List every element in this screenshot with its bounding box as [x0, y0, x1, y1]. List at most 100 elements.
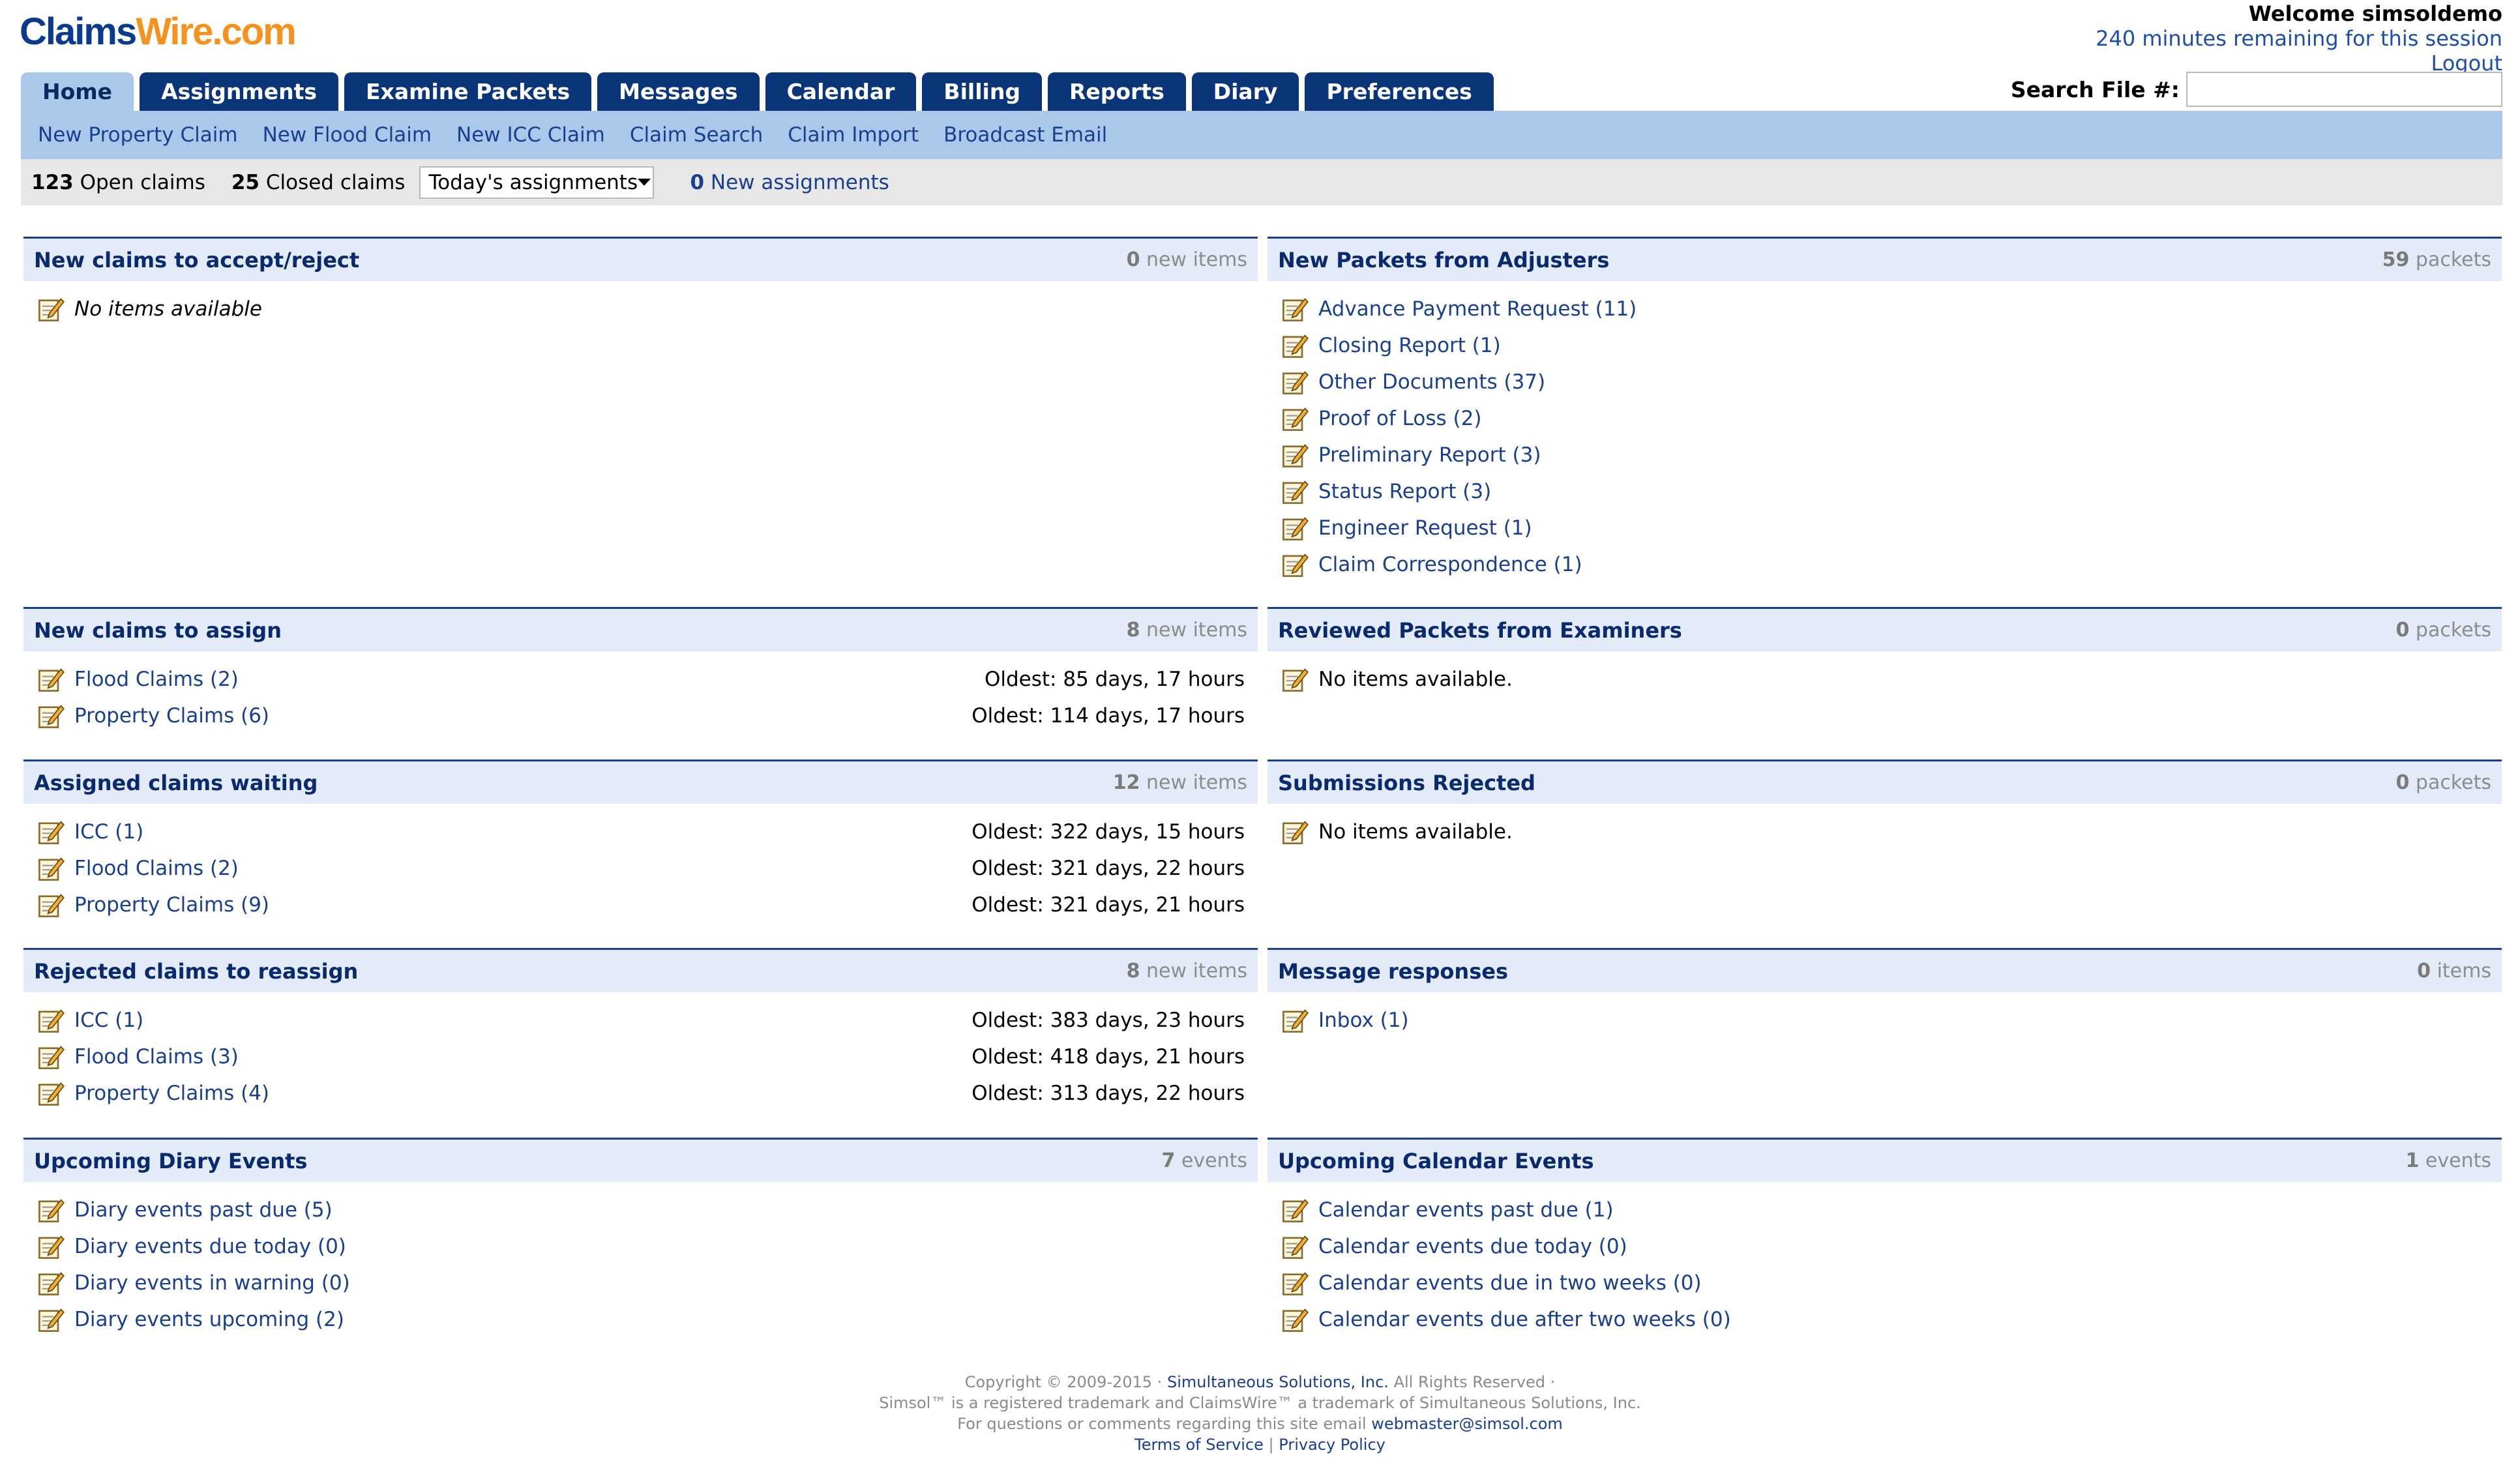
list-item[interactable]: Claim Correspondence (1) — [1267, 546, 2502, 583]
new-flood-claim-link[interactable]: New Flood Claim — [263, 123, 432, 147]
webmaster-email-link[interactable]: webmaster@simsol.com — [1371, 1415, 1563, 1433]
diary-due-today-link[interactable]: Diary events due today (0) — [74, 1235, 346, 1258]
welcome-text: Welcome simsoldemo — [2248, 1, 2502, 26]
footer-separator: | — [1268, 1436, 1274, 1454]
new-property-claim-link[interactable]: New Property Claim — [38, 123, 238, 147]
list-item[interactable]: Proof of Loss (2) — [1267, 400, 2502, 437]
footer-trademark: Simsol™ is a registered trademark and Cl… — [879, 1394, 1641, 1412]
new-assignments-link[interactable]: 0 New assignments — [690, 171, 889, 194]
tab-billing[interactable]: Billing — [922, 72, 1042, 111]
claim-search-link[interactable]: Claim Search — [630, 123, 763, 147]
list-item[interactable]: Other Documents (37) — [1267, 364, 2502, 400]
tab-reports[interactable]: Reports — [1047, 72, 1186, 111]
edit-note-icon — [1282, 553, 1309, 577]
list-item[interactable]: Flood Claims (2) Oldest: 321 days, 22 hou… — [23, 850, 1258, 887]
list-item[interactable]: Diary events in warning (0) — [23, 1265, 1258, 1301]
list-item[interactable]: Status Report (3) — [1267, 473, 2502, 510]
terms-of-service-link[interactable]: Terms of Service — [1134, 1436, 1264, 1454]
list-item[interactable]: ICC (1) Oldest: 383 days, 23 hours — [23, 1002, 1258, 1039]
list-item[interactable]: Property Claims (4) Oldest: 313 days, 22 … — [23, 1075, 1258, 1112]
diary-upcoming-link[interactable]: Diary events upcoming (2) — [74, 1308, 344, 1331]
search-file-input[interactable] — [2186, 72, 2502, 107]
edit-note-icon — [1282, 371, 1309, 394]
proof-of-loss-link[interactable]: Proof of Loss (2) — [1318, 407, 1481, 430]
panel-count: 7 events — [1161, 1149, 1248, 1172]
engineer-request-link[interactable]: Engineer Request (1) — [1318, 516, 1532, 540]
panel-count: 1 events — [2405, 1149, 2492, 1172]
edit-note-icon — [1282, 1272, 1309, 1295]
empty-message: No items available. — [1318, 820, 1513, 844]
open-claims-label: Open claims — [80, 170, 205, 194]
list-item[interactable]: Property Claims (9) Oldest: 321 days, 21 … — [23, 887, 1258, 923]
panel-title: Upcoming Diary Events — [34, 1148, 308, 1173]
tab-diary[interactable]: Diary — [1191, 72, 1299, 111]
calendar-two-weeks-link[interactable]: Calendar events due in two weeks (0) — [1318, 1271, 1702, 1295]
icc-link[interactable]: ICC (1) — [74, 1009, 143, 1032]
list-item[interactable]: Diary events upcoming (2) — [23, 1301, 1258, 1338]
calendar-past-due-link[interactable]: Calendar events past due (1) — [1318, 1198, 1614, 1222]
broadcast-email-link[interactable]: Broadcast Email — [943, 123, 1107, 147]
closing-report-link[interactable]: Closing Report (1) — [1318, 334, 1501, 357]
company-link[interactable]: Simultaneous Solutions, Inc. — [1167, 1373, 1389, 1391]
footer-links: Terms of Service | Privacy Policy — [0, 1434, 2520, 1455]
oldest-text: Oldest: 418 days, 21 hours — [971, 1045, 1245, 1069]
inbox-link[interactable]: Inbox (1) — [1318, 1009, 1409, 1032]
claimswire-logo[interactable]: ClaimsWire.com — [20, 9, 297, 55]
footer-copyright-line: Copyright © 2009-2015 · Simultaneous Sol… — [0, 1372, 2520, 1393]
edit-note-icon — [1282, 298, 1309, 321]
tab-messages[interactable]: Messages — [597, 72, 760, 111]
tab-examine-packets[interactable]: Examine Packets — [344, 72, 592, 111]
closed-claims-label: Closed claims — [265, 170, 406, 194]
panel-count: 0 items — [2417, 960, 2491, 982]
assignments-filter-select[interactable]: Today's assignments — [419, 166, 655, 199]
list-item[interactable]: Inbox (1) — [1267, 1002, 2502, 1039]
list-item[interactable]: Calendar events due after two weeks (0) — [1267, 1301, 2502, 1338]
advance-payment-request-link[interactable]: Advance Payment Request (11) — [1318, 297, 1637, 321]
tab-preferences[interactable]: Preferences — [1305, 72, 1494, 111]
panel-count: 8 new items — [1126, 619, 1247, 642]
page-footer: Copyright © 2009-2015 · Simultaneous Sol… — [0, 1372, 2520, 1455]
privacy-policy-link[interactable]: Privacy Policy — [1279, 1436, 1386, 1454]
calendar-after-two-weeks-link[interactable]: Calendar events due after two weeks (0) — [1318, 1308, 1731, 1331]
list-item[interactable]: Property Claims (6) Oldest: 114 days, 17 … — [23, 698, 1258, 734]
panel-count: 59 packets — [2382, 248, 2491, 271]
tab-home[interactable]: Home — [21, 72, 134, 111]
empty-message: No items available. — [1318, 668, 1513, 691]
claim-import-link[interactable]: Claim Import — [788, 123, 919, 147]
footer-questions: For questions or comments regarding this… — [957, 1415, 1367, 1433]
property-claims-link[interactable]: Property Claims (9) — [74, 893, 269, 917]
tab-calendar[interactable]: Calendar — [765, 72, 917, 111]
list-item[interactable]: Calendar events due today (0) — [1267, 1228, 2502, 1265]
sub-navigation: New Property Claim New Flood Claim New I… — [21, 111, 2502, 159]
icc-link[interactable]: ICC (1) — [74, 820, 143, 844]
flood-claims-link[interactable]: Flood Claims (2) — [74, 668, 239, 691]
list-item[interactable]: Calendar events past due (1) — [1267, 1192, 2502, 1228]
flood-claims-link[interactable]: Flood Claims (2) — [74, 857, 239, 880]
flood-claims-link[interactable]: Flood Claims (3) — [74, 1045, 239, 1069]
list-item[interactable]: Advance Payment Request (11) — [1267, 291, 2502, 327]
list-item[interactable]: Engineer Request (1) — [1267, 510, 2502, 546]
new-icc-claim-link[interactable]: New ICC Claim — [456, 123, 605, 147]
panel-title: New Packets from Adjusters — [1278, 247, 1610, 273]
status-report-link[interactable]: Status Report (3) — [1318, 480, 1491, 503]
list-item[interactable]: ICC (1) Oldest: 322 days, 15 hours — [23, 814, 1258, 850]
list-item[interactable]: Preliminary Report (3) — [1267, 437, 2502, 473]
panel-title: Assigned claims waiting — [34, 770, 318, 795]
other-documents-link[interactable]: Other Documents (37) — [1318, 370, 1545, 394]
new-assignments-count: 0 — [690, 170, 705, 194]
property-claims-link[interactable]: Property Claims (4) — [74, 1082, 269, 1105]
oldest-text: Oldest: 321 days, 22 hours — [971, 857, 1245, 880]
diary-in-warning-link[interactable]: Diary events in warning (0) — [74, 1271, 350, 1295]
diary-past-due-link[interactable]: Diary events past due (5) — [74, 1198, 333, 1222]
claim-correspondence-link[interactable]: Claim Correspondence (1) — [1318, 553, 1582, 576]
list-item[interactable]: Flood Claims (3) Oldest: 418 days, 21 hou… — [23, 1039, 1258, 1075]
list-item[interactable]: Diary events past due (5) — [23, 1192, 1258, 1228]
calendar-due-today-link[interactable]: Calendar events due today (0) — [1318, 1235, 1627, 1258]
list-item[interactable]: Diary events due today (0) — [23, 1228, 1258, 1265]
preliminary-report-link[interactable]: Preliminary Report (3) — [1318, 443, 1541, 467]
property-claims-link[interactable]: Property Claims (6) — [74, 704, 269, 728]
tab-assignments[interactable]: Assignments — [140, 72, 338, 111]
list-item[interactable]: Closing Report (1) — [1267, 327, 2502, 364]
list-item[interactable]: Calendar events due in two weeks (0) — [1267, 1265, 2502, 1301]
list-item[interactable]: Flood Claims (2) Oldest: 85 days, 17 hour… — [23, 661, 1258, 698]
